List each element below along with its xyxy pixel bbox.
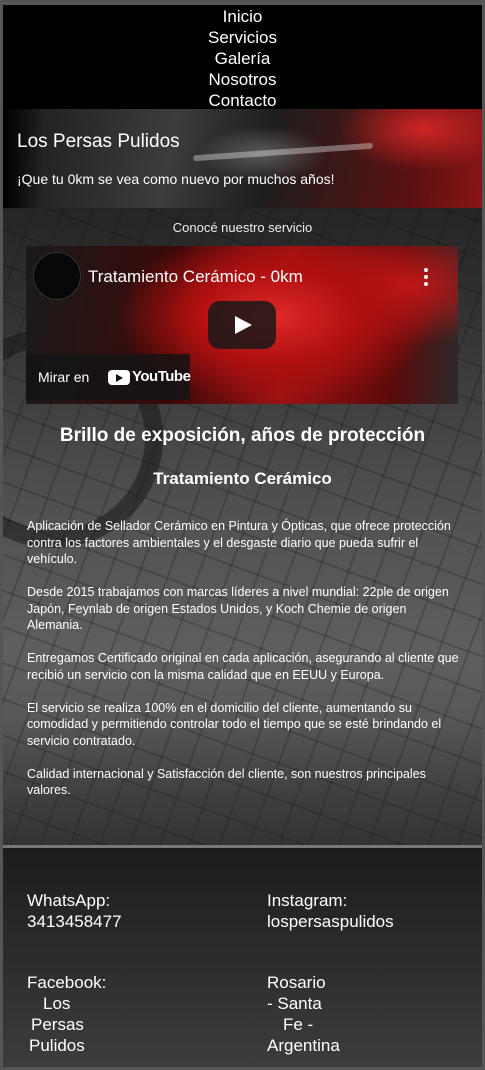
- site-title: Los Persas Pulidos: [17, 131, 180, 152]
- facebook-name-line[interactable]: Persas: [27, 1014, 106, 1035]
- whatsapp-label: WhatsApp:: [27, 891, 111, 910]
- instagram-contact[interactable]: Instagram: lospersaspulidos: [267, 890, 394, 932]
- whatsapp-number[interactable]: 3413458477: [27, 911, 122, 932]
- facebook-name-line[interactable]: Los: [27, 993, 106, 1014]
- description-paragraph: Desde 2015 trabajamos con marcas líderes…: [27, 585, 449, 632]
- contact-footer: WhatsApp: 3413458477 Instagram: lospersa…: [3, 845, 482, 1070]
- video-title[interactable]: Tratamiento Cerámico - 0km: [88, 267, 303, 287]
- nav-item-inicio[interactable]: Inicio: [3, 6, 482, 27]
- play-icon[interactable]: [208, 301, 276, 349]
- section-subheading: Tratamiento Cerámico: [153, 469, 332, 488]
- main-nav: Inicio Servicios Galería Nosotros Contac…: [3, 5, 482, 111]
- more-options-icon[interactable]: [424, 268, 428, 289]
- hero-banner: Los Persas Pulidos ¡Que tu 0km se vea co…: [3, 109, 482, 208]
- nav-item-galeria[interactable]: Galería: [3, 48, 482, 69]
- location-line: Rosario: [267, 973, 326, 992]
- location-line: Fe -: [283, 1015, 314, 1034]
- service-section: Conocé nuestro servicio Tratamiento Cerá…: [3, 208, 482, 845]
- location-info: Rosario - Santa Fe - Argentina: [267, 972, 340, 1056]
- location-line: Argentina: [267, 1036, 340, 1055]
- instagram-label: Instagram:: [267, 891, 348, 910]
- instagram-handle[interactable]: lospersaspulidos: [267, 911, 394, 932]
- watch-on-label: Mirar en: [38, 369, 90, 385]
- location-line: - Santa: [267, 994, 322, 1013]
- whatsapp-contact[interactable]: WhatsApp: 3413458477: [27, 890, 122, 932]
- watch-on-youtube-button[interactable]: Mirar en YouTube: [26, 354, 191, 400]
- facebook-name-line[interactable]: Pulidos: [27, 1035, 106, 1056]
- description-paragraph: Entregamos Certificado original en cada …: [27, 651, 459, 682]
- section-intro: Conocé nuestro servicio: [172, 220, 313, 235]
- description-paragraph: Aplicación de Sellador Cerámico en Pintu…: [27, 519, 451, 566]
- youtube-wordmark: YouTube: [132, 368, 191, 385]
- nav-item-contacto[interactable]: Contacto: [3, 90, 482, 111]
- facebook-contact[interactable]: Facebook: Los Persas Pulidos: [27, 972, 106, 1056]
- youtube-logo-icon: [108, 370, 130, 385]
- description-paragraph: Calidad internacional y Satisfacción del…: [27, 766, 426, 798]
- channel-avatar[interactable]: [33, 252, 81, 300]
- youtube-video-embed[interactable]: Tratamiento Cerámico - 0km Mirar en YouT…: [26, 246, 458, 404]
- facebook-label: Facebook:: [27, 973, 107, 992]
- service-description: Aplicación de Sellador Cerámico en Pintu…: [27, 518, 462, 815]
- site-slogan: ¡Que tu 0km se vea como nuevo por muchos…: [17, 171, 335, 187]
- nav-item-nosotros[interactable]: Nosotros: [3, 69, 482, 90]
- nav-item-servicios[interactable]: Servicios: [3, 27, 482, 48]
- description-paragraph: El servicio se realiza 100% en el domici…: [27, 700, 442, 748]
- section-tagline: Brillo de exposición, años de protección: [59, 425, 426, 446]
- hero-reflection: [193, 142, 373, 162]
- hero-shade: [3, 109, 43, 208]
